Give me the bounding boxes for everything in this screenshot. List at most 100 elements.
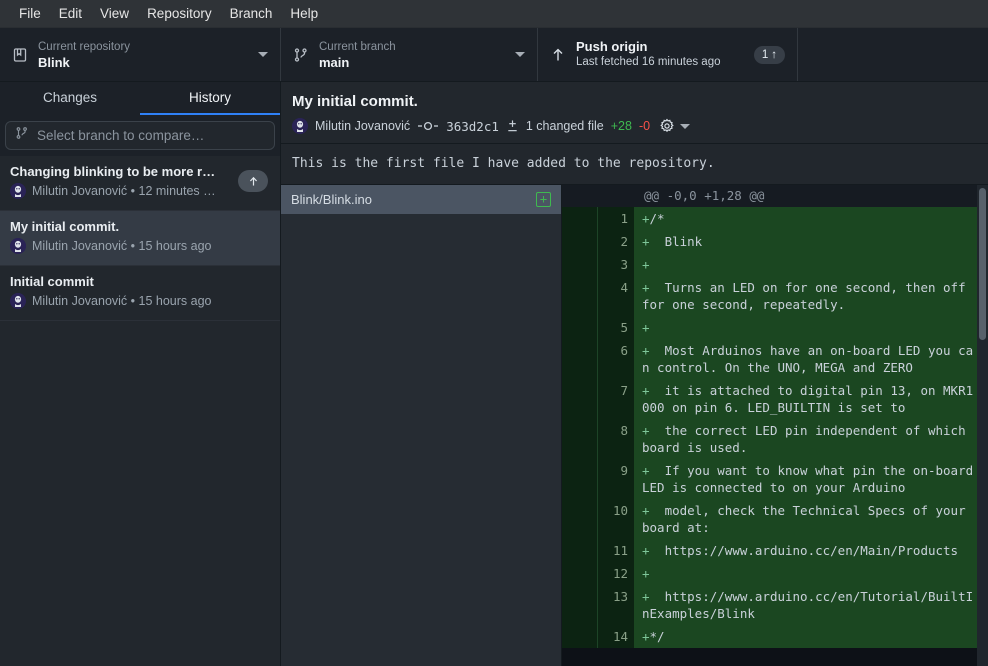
diff-line-number-new: 1 <box>598 207 634 230</box>
diff-line-number-new: 12 <box>598 562 634 585</box>
changed-files-list[interactable]: Blink/Blink.ino + <box>281 185 562 666</box>
diff-line-content: + Turns an LED on for one second, then o… <box>634 276 988 316</box>
diff-line-content: + <box>634 562 988 585</box>
commit-description: This is the first file I have added to t… <box>281 144 988 185</box>
push-origin-subtitle: Last fetched 16 minutes ago <box>576 56 721 68</box>
main-body: Changes History Select branch to compare… <box>0 82 988 666</box>
gear-icon <box>659 118 675 134</box>
commit-summary-meta: Milutin Jovanović 363d2c1 1 changed file… <box>292 118 977 134</box>
diff-line-number-new: 2 <box>598 230 634 253</box>
diff-line: 4 + Turns an LED on for one second, then … <box>562 276 988 316</box>
menu-bar: File Edit View Repository Branch Help <box>0 0 988 28</box>
diff-line-number-old <box>562 276 598 316</box>
diff-stat-icon <box>506 119 519 133</box>
list-item[interactable]: Changing blinking to be more r… Milutin … <box>0 156 280 211</box>
diff-options-button[interactable] <box>659 118 691 134</box>
compare-branch-placeholder: Select branch to compare… <box>37 128 205 143</box>
menu-item-help[interactable]: Help <box>281 3 327 24</box>
diff-line: 8 + the correct LED pin independent of wh… <box>562 419 988 459</box>
current-repository-button[interactable]: Current repository Blink <box>0 28 281 81</box>
diff-line-number-old <box>562 379 598 419</box>
diff-viewer[interactable]: @@ -0,0 +1,28 @@ 1 +/* 2 + Blink 3 +4 + Turns … <box>562 185 988 666</box>
list-item[interactable]: Blink/Blink.ino + <box>281 185 561 214</box>
current-branch-button[interactable]: Current branch main <box>281 28 538 81</box>
diff-line-number-new: 9 <box>598 459 634 499</box>
page-title: My initial commit. <box>292 93 418 110</box>
diff-scrollbar-thumb[interactable] <box>979 188 986 340</box>
diff-line-sign: + <box>642 629 650 644</box>
diff-scrollbar[interactable] <box>977 185 988 666</box>
diff-line-number-new: 13 <box>598 585 634 625</box>
diff-line-number-old <box>562 625 598 648</box>
commit-author: Milutin Jovanović <box>315 119 411 133</box>
commit-list[interactable]: Changing blinking to be more r… Milutin … <box>0 156 280 666</box>
diff-line-sign: + <box>642 257 650 272</box>
list-item[interactable]: My initial commit. Milutin Jovanović • 1… <box>0 211 280 266</box>
avatar <box>10 183 26 199</box>
diff-line-content: +/* <box>634 207 988 230</box>
diff-line: 14 +*/ <box>562 625 988 648</box>
github-desktop-window: File Edit View Repository Branch Help Cu… <box>0 0 988 666</box>
diff-line: 2 + Blink <box>562 230 988 253</box>
sidebar: Changes History Select branch to compare… <box>0 82 281 666</box>
diff-line-number-old <box>562 419 598 459</box>
menu-item-view[interactable]: View <box>91 3 138 24</box>
diff-line-sign: + <box>642 280 650 295</box>
diff-line-number-old <box>562 253 598 276</box>
diff-line: 6 + Most Arduinos have an on-board LED yo… <box>562 339 988 379</box>
diff-line-sign: + <box>642 543 650 558</box>
commit-byline: Milutin Jovanović • 15 hours ago <box>32 239 212 253</box>
diff-line-sign: + <box>642 211 650 226</box>
menu-item-edit[interactable]: Edit <box>50 3 91 24</box>
diff-line: 5 + <box>562 316 988 339</box>
diff-line-number-old <box>562 339 598 379</box>
tab-history[interactable]: History <box>140 82 280 115</box>
diff-line-content: + model, check the Technical Specs of yo… <box>634 499 988 539</box>
diff-line-number-old <box>562 459 598 499</box>
diff-line-number-new: 6 <box>598 339 634 379</box>
diff-line-sign: + <box>642 566 650 581</box>
upload-arrow-icon <box>550 47 566 63</box>
push-origin-button[interactable]: Push origin Last fetched 16 minutes ago … <box>538 28 798 81</box>
diff-line-content: + <box>634 316 988 339</box>
push-count-value: 1 <box>761 48 769 61</box>
file-status-added-icon: + <box>536 192 551 207</box>
branch-icon <box>293 47 309 63</box>
repo-icon <box>12 47 28 63</box>
list-item[interactable]: Initial commit Milutin Jovanović • 15 ho… <box>0 266 280 321</box>
deletions-count: -0 <box>638 119 651 133</box>
commit-title: Initial commit <box>10 274 94 289</box>
diff-line-number-old <box>562 207 598 230</box>
diff-line: 13 + https://www.arduino.cc/en/Tutorial/B… <box>562 585 988 625</box>
menu-item-repository[interactable]: Repository <box>138 3 221 24</box>
diff-line-number-old <box>562 316 598 339</box>
menu-item-branch[interactable]: Branch <box>221 3 282 24</box>
chevron-down-icon <box>258 52 268 57</box>
push-count-badge: 1 ↑ <box>753 45 785 64</box>
diff-line-number-new: 11 <box>598 539 634 562</box>
hunk-gutter-old <box>562 185 598 206</box>
commit-sha-icon <box>417 119 439 133</box>
main-panel: My initial commit. Milutin Jovanović 363… <box>281 82 988 666</box>
commit-sha[interactable]: 363d2c1 <box>446 119 499 134</box>
diff-line-content: + Most Arduinos have an on-board LED you… <box>634 339 988 379</box>
tab-changes[interactable]: Changes <box>0 82 140 115</box>
chevron-down-icon <box>680 123 691 129</box>
branch-icon <box>15 126 29 145</box>
diff-line-sign: + <box>642 589 650 604</box>
diff-line-number-old <box>562 539 598 562</box>
diff-line-number-old <box>562 585 598 625</box>
diff-line-content: + the correct LED pin independent of whi… <box>634 419 988 459</box>
commit-meta: Milutin Jovanović • 12 minutes … <box>10 183 270 199</box>
diff-line-number-old <box>562 499 598 539</box>
diff-line-number-new: 3 <box>598 253 634 276</box>
diff-line-sign: + <box>642 234 650 249</box>
hunk-gutter-new <box>598 185 634 206</box>
push-badge-arrow-icon: ↑ <box>771 48 777 61</box>
commit-byline: Milutin Jovanović • 15 hours ago <box>32 294 212 308</box>
compare-branch-input[interactable]: Select branch to compare… <box>5 121 275 150</box>
menu-item-file[interactable]: File <box>10 3 50 24</box>
diff-line: 3 + <box>562 253 988 276</box>
commit-title: Changing blinking to be more r… <box>10 164 216 179</box>
diff-lines: 1 +/* 2 + Blink 3 +4 + Turns an LED on for one… <box>562 207 988 648</box>
